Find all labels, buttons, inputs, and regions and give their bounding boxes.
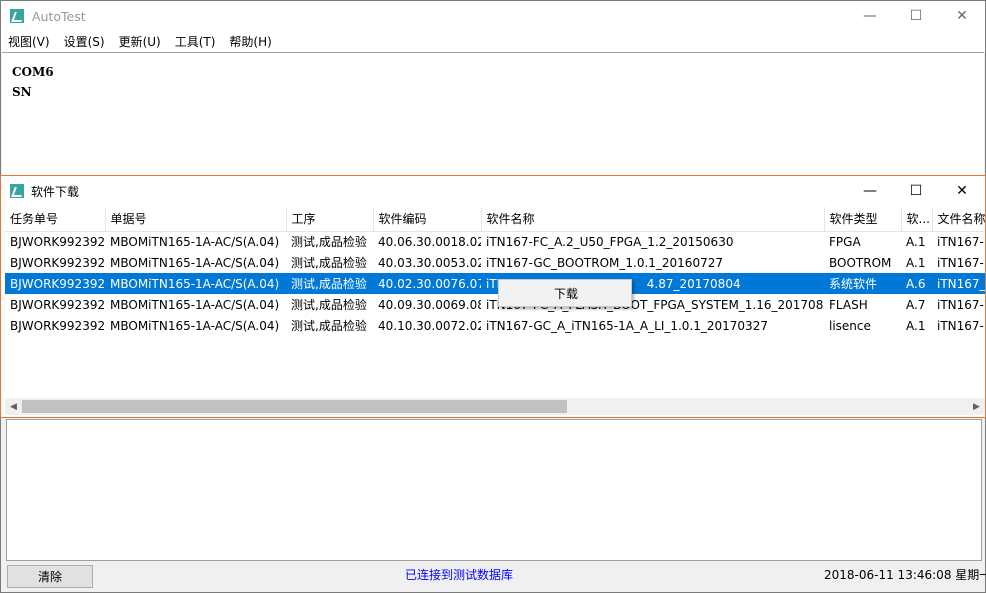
app-icon <box>10 9 24 23</box>
dialog-title-bar: 软件下载 — ☐ ✕ <box>1 176 985 206</box>
cell-task-no: BJWORK992392 <box>10 255 105 270</box>
cell-sw-code: 40.03.30.0053.02 <box>378 255 481 270</box>
cell-sw-name: iTN167-GC_BOOTROM_1.0.1_20160727 <box>486 255 723 270</box>
cell-task-no: BJWORK992392 <box>5 273 105 294</box>
cell-sw-code: 40.06.30.0018.02 <box>378 234 481 249</box>
cell-doc-no: MBOMiTN165-1A-AC/S(A.04) <box>110 255 280 270</box>
table-row[interactable]: BJWORK992392 MBOMiTN165-1A-AC/S(A.04) 测试… <box>5 252 985 273</box>
cell-doc-no: MBOMiTN165-1A-AC/S(A.04) <box>110 234 280 249</box>
clear-button[interactable]: 清除 <box>7 565 93 588</box>
cell-sw-code: 40.09.30.0069.08 <box>378 297 481 312</box>
cell-process: 测试,成品检验 <box>291 298 367 312</box>
maximize-icon[interactable]: ☐ <box>893 1 939 31</box>
title-bar: AutoTest — ☐ ✕ <box>1 1 985 31</box>
table-row[interactable]: BJWORK992392 MBOMiTN165-1A-AC/S(A.04) 测试… <box>5 294 985 315</box>
menu-settings[interactable]: 设置(S) <box>57 33 112 50</box>
console-output[interactable]: COM6 SN <box>2 52 984 176</box>
cell-sw-version: A.6 <box>901 273 932 294</box>
cell-sw-code: 40.10.30.0072.02 <box>378 318 481 333</box>
menu-bar: 视图(V) 设置(S) 更新(U) 工具(T) 帮助(H) <box>1 31 985 52</box>
close-icon[interactable]: ✕ <box>939 1 985 31</box>
cell-task-no: BJWORK992392 <box>10 318 105 333</box>
cell-file-name: iTN167- <box>937 318 984 333</box>
console-line: COM6 <box>12 65 54 79</box>
cell-sw-version: A.1 <box>906 234 926 249</box>
cell-sw-name: iTN167-FC_A.2_U50_FPGA_1.2_20150630 <box>486 234 734 249</box>
software-grid[interactable]: 任务单号 单据号 工序 软件编码 软件名称 软件类型 软... 文件名称 BJW… <box>5 207 985 400</box>
menu-help[interactable]: 帮助(H) <box>222 33 278 50</box>
table-row[interactable]: BJWORK992392 MBOMiTN165-1A-AC/S(A.04) 测试… <box>5 231 985 252</box>
cell-task-no: BJWORK992392 <box>10 297 105 312</box>
cell-file-name: iTN167- <box>937 234 984 249</box>
table-row-selected[interactable]: BJWORK992392 MBOMiTN165-1A-AC/S(A.04) 测试… <box>5 273 985 294</box>
menu-tools[interactable]: 工具(T) <box>168 33 223 50</box>
cell-process: 测试,成品检验 <box>291 256 367 270</box>
scroll-right-icon[interactable]: ▶ <box>968 398 985 415</box>
horizontal-scrollbar[interactable]: ◀ ▶ <box>5 398 985 415</box>
cell-sw-type: lisence <box>829 318 871 333</box>
cell-sw-name: iTN167-GC_A_iTN165-1A_A_LI_1.0.1_2017032… <box>486 318 768 333</box>
status-bar: 清除 已连接到测试数据库 2018-06-11 13:46:08 星期一 <box>1 563 986 593</box>
col-header-sw-type[interactable]: 软件类型 <box>824 207 902 232</box>
context-menu-download[interactable]: 下载 <box>554 285 578 302</box>
col-header-process[interactable]: 工序 <box>286 207 374 232</box>
status-datetime: 2018-06-11 13:46:08 星期一 <box>824 568 986 582</box>
cell-sw-version: A.7 <box>906 297 926 312</box>
cell-sw-type: BOOTROM <box>829 255 892 270</box>
cell-doc-no: MBOMiTN165-1A-AC/S(A.04) <box>110 297 280 312</box>
window-title: AutoTest <box>32 8 86 24</box>
cell-file-name: iTN167_ <box>932 273 985 294</box>
cell-process: 测试,成品检验 <box>291 319 367 333</box>
cell-doc-no: MBOMiTN165-1A-AC/S(A.04) <box>110 318 280 333</box>
cell-sw-code: 40.02.30.0076.07 <box>373 273 481 294</box>
col-header-file-name[interactable]: 文件名称 <box>932 207 985 232</box>
cell-process: 测试,成品检验 <box>291 235 367 250</box>
connection-status: 已连接到测试数据库 <box>405 568 514 582</box>
col-header-sw-name[interactable]: 软件名称 <box>481 207 825 232</box>
cell-file-name: iTN167- <box>937 297 984 312</box>
menu-view[interactable]: 视图(V) <box>1 33 57 50</box>
col-header-sw-code[interactable]: 软件编码 <box>373 207 482 232</box>
cell-process: 测试,成品检验 <box>286 273 373 294</box>
col-header-sw-version[interactable]: 软... <box>901 207 933 232</box>
log-area[interactable] <box>6 419 982 561</box>
col-header-task-no[interactable]: 任务单号 <box>5 207 106 232</box>
scroll-thumb[interactable] <box>22 400 567 413</box>
minimize-icon[interactable]: — <box>847 1 893 31</box>
context-menu: 下载 <box>498 279 632 307</box>
table-row[interactable]: BJWORK992392 MBOMiTN165-1A-AC/S(A.04) 测试… <box>5 315 985 336</box>
cell-sw-type: FPGA <box>829 234 861 249</box>
dialog-app-icon <box>10 184 24 198</box>
dialog-title: 软件下载 <box>31 184 80 199</box>
menu-update[interactable]: 更新(U) <box>112 33 168 50</box>
dialog-minimize-icon[interactable]: — <box>847 176 893 206</box>
dialog-close-icon[interactable]: ✕ <box>939 176 985 206</box>
dialog-maximize-icon[interactable]: ☐ <box>893 176 939 206</box>
cell-sw-version: A.1 <box>906 318 926 333</box>
col-header-doc-no[interactable]: 单据号 <box>105 207 287 232</box>
cell-sw-version: A.1 <box>906 255 926 270</box>
cell-doc-no: MBOMiTN165-1A-AC/S(A.04) <box>105 273 286 294</box>
cell-sw-type: 系统软件 <box>824 273 901 294</box>
grid-header-row: 任务单号 单据号 工序 软件编码 软件名称 软件类型 软... 文件名称 <box>5 207 985 232</box>
cell-task-no: BJWORK992392 <box>10 234 105 249</box>
console-line: SN <box>12 85 32 99</box>
cell-file-name: iTN167- <box>937 255 984 270</box>
software-download-dialog: 软件下载 — ☐ ✕ 任务单号 单据号 工序 软件编码 软件名称 软件类型 软.… <box>0 175 986 418</box>
scroll-left-icon[interactable]: ◀ <box>5 398 22 415</box>
cell-sw-type: FLASH <box>829 297 868 312</box>
